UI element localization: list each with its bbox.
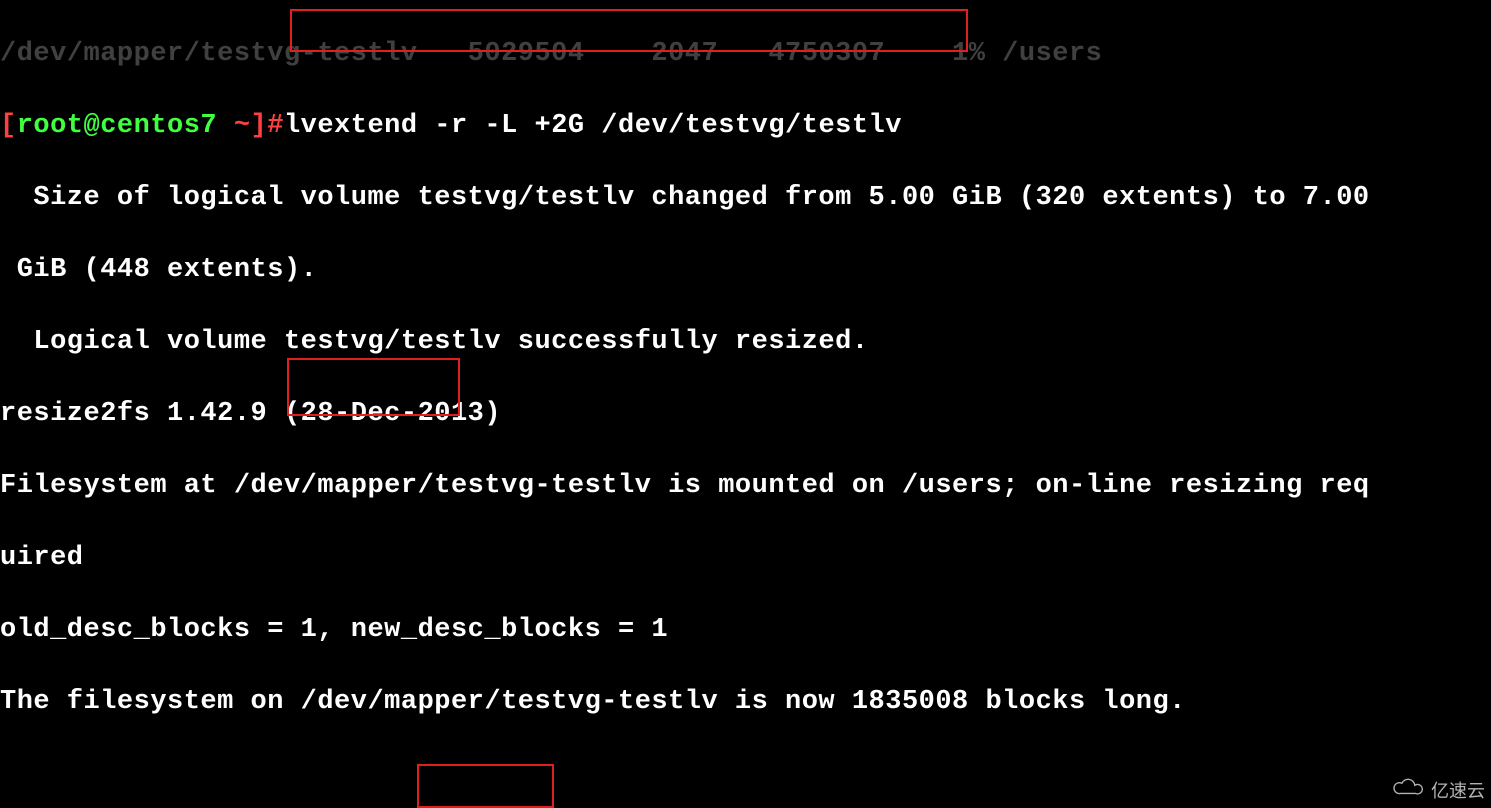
output-line: uired xyxy=(0,540,1491,576)
output-line: The filesystem on /dev/mapper/testvg-tes… xyxy=(0,684,1491,720)
output-line: GiB (448 extents). xyxy=(0,252,1491,288)
output-line: resize2fs 1.42.9 (28-Dec-2013) xyxy=(0,396,1491,432)
user-host: root@centos7 xyxy=(17,111,217,141)
bracket: [ xyxy=(0,111,17,141)
output-line: old_desc_blocks = 1, new_desc_blocks = 1 xyxy=(0,612,1491,648)
terminal[interactable]: /dev/mapper/testvg-testlv 5029504 2047 4… xyxy=(0,0,1491,808)
path: ~ xyxy=(217,111,250,141)
output-line: /dev/mapper/testvg-testlv 5029504 2047 4… xyxy=(0,36,1491,72)
watermark-text: 亿速云 xyxy=(1431,777,1485,803)
bracket: ] xyxy=(251,111,268,141)
output-line xyxy=(0,756,1491,792)
output-line: Size of logical volume testvg/testlv cha… xyxy=(0,180,1491,216)
hash: # xyxy=(267,111,284,141)
output-line: Logical volume testvg/testlv successfull… xyxy=(0,324,1491,360)
command-1: lvextend -r -L +2G /dev/testvg/testlv xyxy=(284,111,902,141)
output-line: Filesystem at /dev/mapper/testvg-testlv … xyxy=(0,468,1491,504)
cloud-icon xyxy=(1391,778,1425,803)
prompt-line: [root@centos7 ~]#lvextend -r -L +2G /dev… xyxy=(0,108,1491,144)
watermark: 亿速云 xyxy=(1391,777,1485,803)
